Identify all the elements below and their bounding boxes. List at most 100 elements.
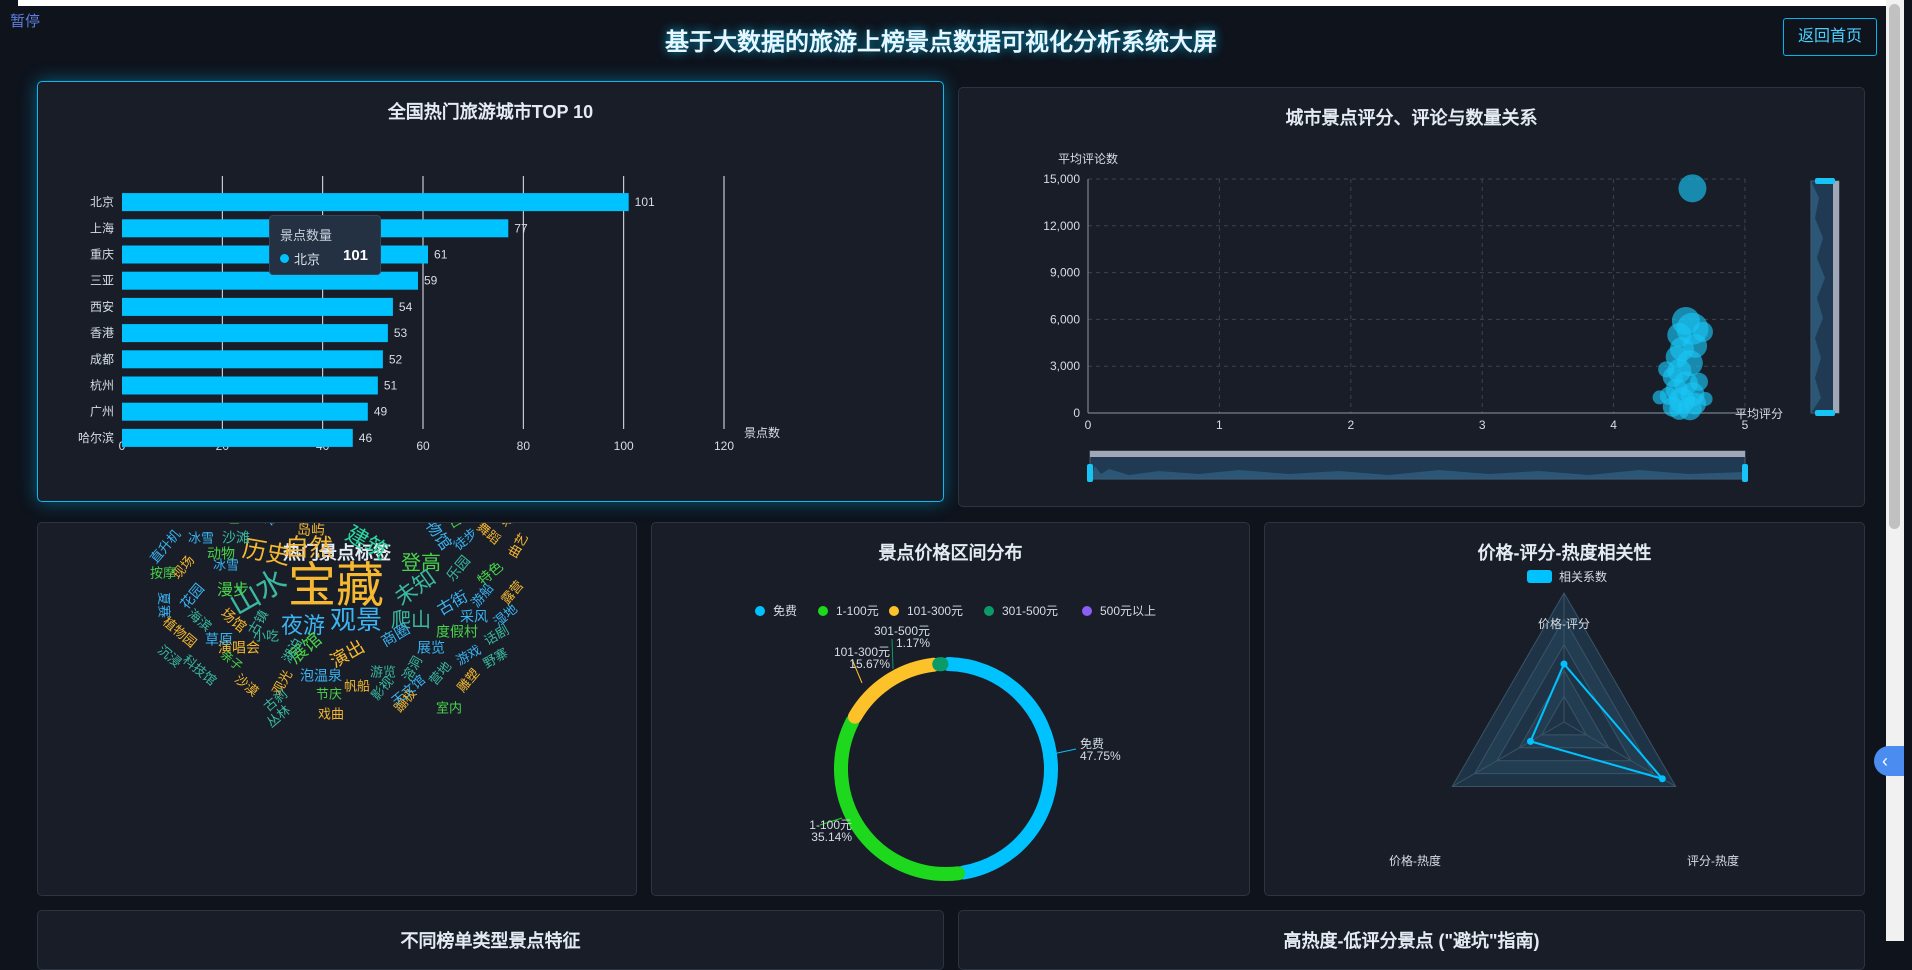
top-cities-bar-chart: 020406080100120景点数北京101上海77重庆61三亚59西安54香…: [38, 82, 943, 501]
scatter-y-tick: 6,000: [1050, 312, 1080, 326]
radar-point: [1527, 738, 1534, 745]
bar-category-label: 哈尔滨: [78, 430, 114, 445]
price-legend-item: 101-300元: [907, 604, 963, 618]
radar-indicator-label: 评分-热度: [1687, 853, 1739, 868]
bar-x-tick: 100: [614, 439, 634, 453]
legend-marker-icon: [889, 606, 899, 616]
scatter-y-zoom-slider: [1811, 178, 1839, 416]
tag-word: 花园: [177, 580, 207, 612]
tag-word: 直升机: [147, 527, 184, 567]
tag-word: 岛屿: [297, 523, 325, 538]
price-slice-percent: 35.14%: [811, 830, 852, 844]
tag-word: 建筑: [342, 523, 393, 564]
radar-panel: 价格-评分-热度相关性 相关系数价格-评分评分-热度价格-热度: [1264, 522, 1865, 896]
price-slice-percent: 15.67%: [849, 657, 890, 671]
bar-1: [122, 193, 629, 211]
scrollbar-thumb[interactable]: [1889, 4, 1900, 529]
tag-word: 巴士: [227, 523, 255, 526]
tag-word: 演出: [327, 636, 368, 671]
bar-value-label: 61: [434, 248, 448, 262]
scatter-x-tick: 4: [1610, 418, 1617, 432]
tooltip-title: 景点数量: [280, 225, 332, 244]
legend-marker-icon: [984, 606, 994, 616]
y-zoom-handle-bar: [1833, 181, 1839, 413]
scatter-point-21: [1653, 390, 1667, 404]
bar-category-label: 西安: [90, 299, 114, 314]
scatter-point-1: [1678, 174, 1706, 202]
scatter-panel: 城市景点评分、评论与数量关系 平均评论数03,0006,0009,00012,0…: [958, 87, 1865, 507]
bar-x-tick: 60: [416, 439, 430, 453]
x-zoom-handle-bar: [1090, 451, 1745, 457]
price-legend-item: 301-500元: [1002, 604, 1058, 618]
tag-word: 野寨: [480, 645, 510, 671]
bar-value-label: 53: [394, 326, 408, 340]
tag-wordcloud: 宝藏山水观景夜游历史自然建筑登高未知爬山古街演出展馆演唱会游乐场地标博物馆城市岛…: [38, 523, 636, 895]
price-panel: 景点价格区间分布 免费1-100元101-300元301-500元500元以上免…: [651, 522, 1250, 896]
scatter-x-tick: 2: [1347, 418, 1354, 432]
scatter-y-tick: 12,000: [1043, 219, 1080, 233]
bar-value-label: 101: [635, 195, 655, 209]
radar-chart: 相关系数价格-评分评分-热度价格-热度: [1265, 523, 1864, 895]
price-slice-percent: 47.75%: [1080, 749, 1121, 763]
scatter-y-tick: 9,000: [1050, 266, 1080, 280]
scatter-point-22: [1690, 373, 1708, 391]
bar-7: [122, 350, 383, 368]
bar-category-label: 成都: [90, 352, 114, 366]
bar-value-label: 49: [374, 405, 388, 419]
rank-types-panel: 不同榜单类型景点特征: [37, 910, 944, 970]
scatter-y-tick: 3,000: [1050, 359, 1080, 373]
tag-word: 泡温泉: [300, 668, 342, 684]
tag-word: 度假村: [436, 624, 478, 640]
scatter-point-23: [1658, 361, 1674, 377]
bar-x-axis-label: 景点数: [744, 425, 780, 440]
bar-category-label: 北京: [90, 195, 114, 209]
price-legend-item: 1-100元: [836, 604, 879, 618]
bar-6: [122, 324, 388, 342]
tag-word: 小吃: [253, 628, 279, 643]
page-scrollbar[interactable]: [1886, 0, 1904, 941]
y-zoom-top-handle: [1815, 178, 1835, 184]
bar-category-label: 广州: [90, 405, 114, 419]
tag-word: 冰雪: [188, 530, 214, 545]
x-zoom-left-handle: [1087, 464, 1093, 482]
scatter-x-tick: 0: [1085, 418, 1092, 432]
tag-word: 采风: [460, 609, 488, 625]
scatter-y-axis-label: 平均评论数: [1058, 151, 1118, 166]
tag-word: 按摩: [150, 565, 176, 580]
bar-9: [122, 403, 368, 421]
bar-value-label: 46: [359, 431, 373, 445]
price-slice-percent: 1.17%: [896, 636, 930, 650]
price-donut-chart: 免费1-100元101-300元301-500元500元以上免费47.75%1-…: [652, 523, 1249, 895]
bar-value-label: 54: [399, 300, 413, 314]
tag-word: 沙滩: [222, 530, 250, 546]
radar-point: [1561, 660, 1568, 667]
tag-word: 动物: [207, 546, 235, 562]
tag-word: 自然: [285, 534, 333, 561]
tag-word: 科技馆: [180, 652, 220, 689]
price-label-line: [892, 639, 893, 669]
scatter-point-19: [1699, 392, 1713, 406]
price-slice-2: [841, 721, 958, 874]
bar-5: [122, 298, 393, 316]
home-button[interactable]: 返回首页: [1783, 18, 1877, 56]
scatter-x-tick: 1: [1216, 418, 1223, 432]
scatter-point-20: [1669, 400, 1689, 420]
avoid-title: 高热度-低评分景点 ("避坑"指南): [959, 927, 1864, 953]
scatter-chart: 平均评论数03,0006,0009,00012,00015,000012345平…: [959, 88, 1864, 506]
tags-panel: 热门景点标签 宝藏山水观景夜游历史自然建筑登高未知爬山古街演出展馆演唱会游乐场地…: [37, 522, 637, 896]
price-slice-3: [855, 665, 934, 717]
bar-category-label: 重庆: [90, 248, 114, 262]
bar-10: [122, 429, 353, 447]
side-collapse-tab[interactable]: ‹: [1874, 746, 1904, 776]
avoid-panel: 高热度-低评分景点 ("避坑"指南): [958, 910, 1865, 970]
scatter-x-zoom-slider: [1087, 451, 1748, 482]
price-legend-item: 免费: [773, 603, 797, 618]
tag-word: 室内: [436, 700, 462, 715]
bar-category-label: 上海: [90, 220, 114, 235]
bar-value-label: 52: [389, 352, 403, 366]
bar-x-tick: 120: [714, 439, 734, 453]
tag-word: 营地: [426, 659, 454, 689]
page-title: 基于大数据的旅游上榜景点数据可视化分析系统大屏: [0, 22, 1882, 57]
tag-word: 沙漠: [232, 671, 262, 699]
tooltip-name: 北京: [294, 249, 320, 268]
